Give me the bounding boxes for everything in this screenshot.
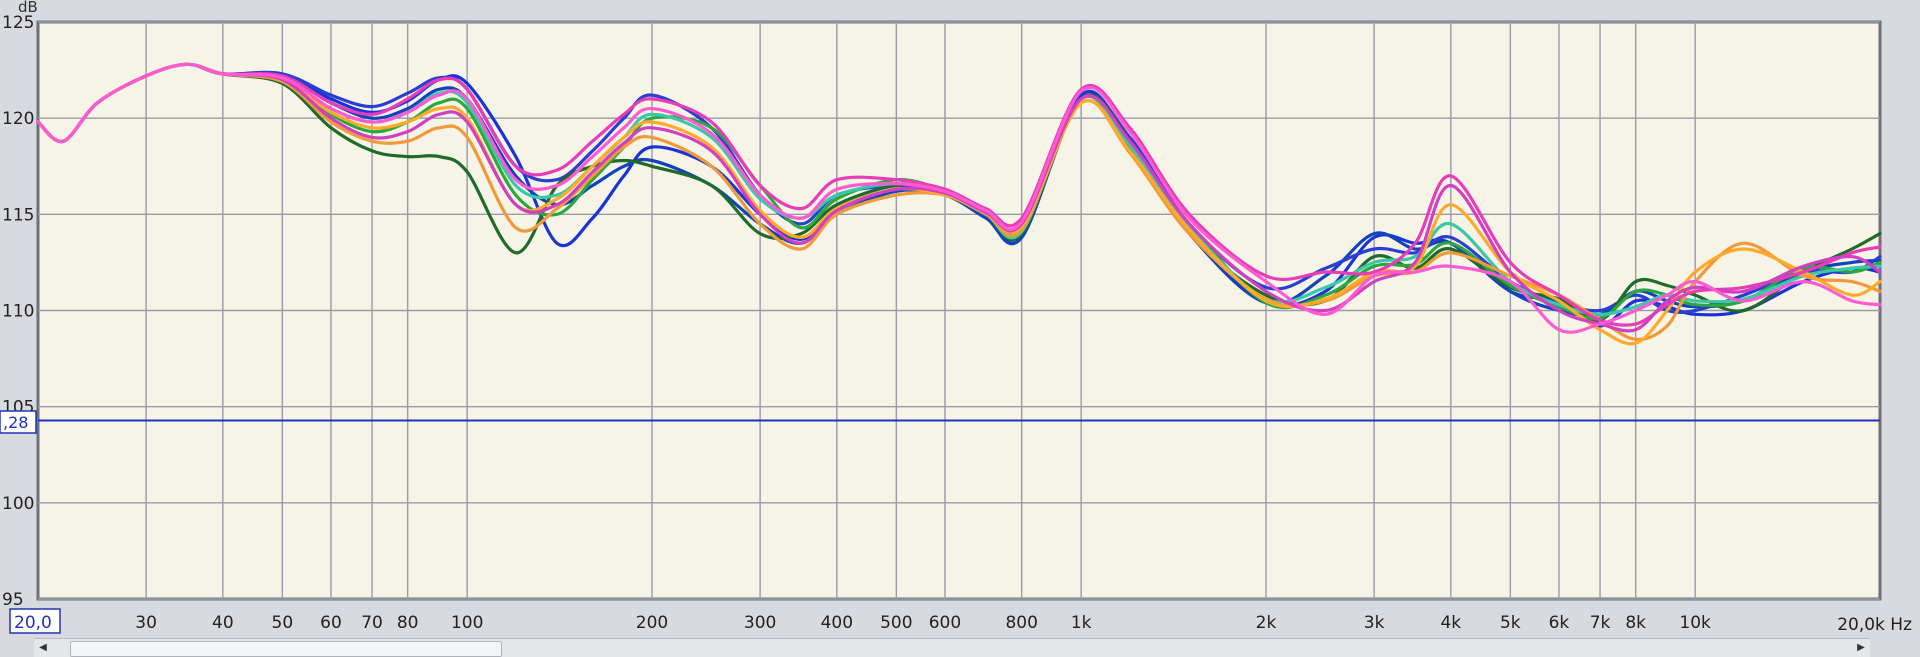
x-tick-label: 10k bbox=[1679, 613, 1711, 633]
x-tick-label: 80 bbox=[397, 613, 419, 633]
x-tick-label: 1k bbox=[1071, 613, 1092, 633]
y-tick-label: 110 bbox=[2, 302, 34, 322]
x-tick-label: 50 bbox=[272, 613, 294, 633]
scroll-left-icon[interactable]: ◀ bbox=[36, 641, 50, 655]
x-start-label: 20,0 bbox=[14, 613, 52, 633]
x-tick-label: 60 bbox=[320, 613, 342, 633]
x-tick-label: 6k bbox=[1549, 613, 1570, 633]
scroll-right-icon[interactable]: ▶ bbox=[1854, 641, 1868, 655]
y-tick-label: 100 bbox=[2, 494, 34, 514]
x-tick-label: 200 bbox=[636, 613, 668, 633]
x-tick-label: 100 bbox=[451, 613, 483, 633]
y-tick-label: 95 bbox=[2, 590, 24, 610]
x-tick-label: 8k bbox=[1625, 613, 1646, 633]
x-tick-label: 7k bbox=[1590, 613, 1611, 633]
x-tick-label: 500 bbox=[880, 613, 912, 633]
scrollbar-thumb[interactable] bbox=[70, 641, 502, 657]
cursor-value-label: ,28 bbox=[3, 413, 28, 432]
x-tick-label: 70 bbox=[361, 613, 383, 633]
frequency-response-chart[interactable]: 95100105110115120125 30 40 50 60 70 80 100 200 3… bbox=[0, 0, 1920, 656]
horizontal-scrollbar[interactable]: ◀ ▶ bbox=[34, 638, 1870, 657]
x-end-label: 20,0k Hz bbox=[1837, 615, 1912, 635]
x-tick-label: 2k bbox=[1256, 613, 1277, 633]
x-tick-label: 30 bbox=[135, 613, 157, 633]
x-tick-label: 600 bbox=[929, 613, 961, 633]
y-tick-label: 120 bbox=[2, 109, 34, 129]
y-tick-label: 115 bbox=[2, 205, 34, 225]
x-tick-label: 40 bbox=[212, 613, 234, 633]
x-tick-label: 400 bbox=[821, 613, 853, 633]
x-tick-label: 5k bbox=[1500, 613, 1521, 633]
y-tick-label: 125 bbox=[2, 13, 34, 33]
y-axis-label: dB bbox=[18, 0, 38, 16]
x-tick-label: 3k bbox=[1364, 613, 1385, 633]
x-tick-label: 800 bbox=[1005, 613, 1037, 633]
x-tick-label: 300 bbox=[744, 613, 776, 633]
x-tick-label: 4k bbox=[1440, 613, 1461, 633]
